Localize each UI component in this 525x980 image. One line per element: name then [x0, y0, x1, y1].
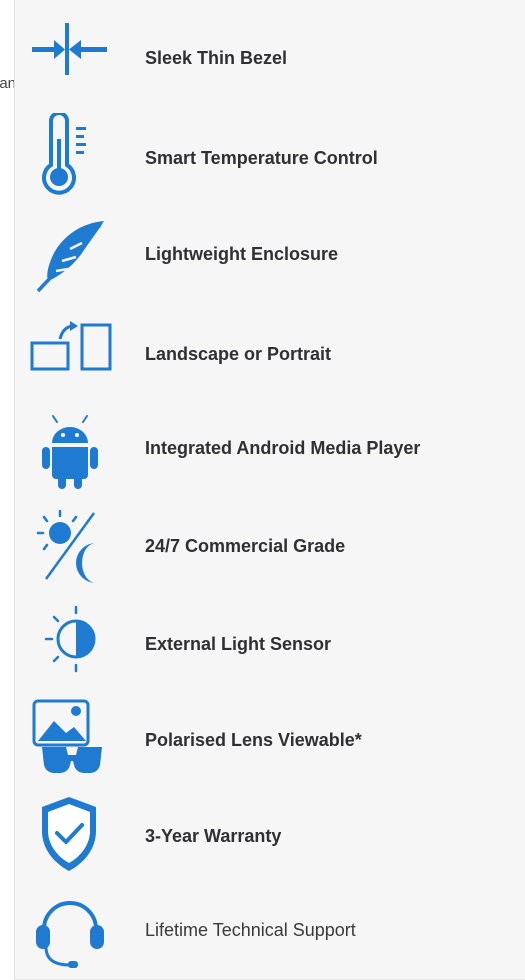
light-sensor-icon [24, 599, 114, 689]
feature-integrated-android-media-player: Integrated Android Media Player [14, 398, 525, 492]
feature-label: 24/7 Commercial Grade [145, 536, 346, 556]
feature-external-light-sensor: External Light Sensor [14, 594, 525, 688]
feature-label: Integrated Android Media Player [145, 438, 421, 458]
feature-label: External Light Sensor [145, 634, 332, 654]
feature-24-7-commercial-grade: 24/7 Commercial Grade [14, 496, 525, 590]
feature-polarised-lens-viewable: Polarised Lens Viewable* [14, 690, 525, 784]
feature-landscape-or-portrait: Landscape or Portrait [14, 304, 525, 398]
polarised-glasses-icon [24, 695, 114, 785]
feature-3-year-warranty: 3-Year Warranty [14, 786, 525, 880]
feature-label: Lightweight Enclosure [145, 244, 339, 264]
feature-smart-temperature-control: Smart Temperature Control [14, 108, 525, 202]
feature-list: Sleek Thin Bezel Smart Temperature Contr… [14, 0, 525, 980]
thin-bezel-icon [24, 17, 114, 107]
rotate-screen-icon [24, 309, 114, 399]
cut-off-text: an [0, 74, 14, 94]
feature-label: Sleek Thin Bezel [145, 48, 288, 68]
feature-label: 3-Year Warranty [145, 826, 282, 846]
feature-label: Polarised Lens Viewable* [145, 730, 362, 750]
feature-sleek-thin-bezel: Sleek Thin Bezel [14, 12, 525, 106]
feature-lifetime-technical-support: Lifetime Technical Support [14, 880, 525, 974]
cut-off-text-label: an [0, 75, 14, 92]
feature-label: Landscape or Portrait [145, 344, 332, 364]
shield-check-icon [24, 791, 114, 881]
feature-label: Smart Temperature Control [145, 148, 378, 168]
feature-label: Lifetime Technical Support [145, 920, 356, 940]
headset-icon [24, 885, 114, 975]
feature-lightweight-enclosure: Lightweight Enclosure [14, 204, 525, 298]
sun-moon-icon [24, 501, 114, 591]
thermometer-icon [24, 113, 114, 203]
feather-icon [24, 209, 114, 299]
android-icon [24, 403, 114, 493]
